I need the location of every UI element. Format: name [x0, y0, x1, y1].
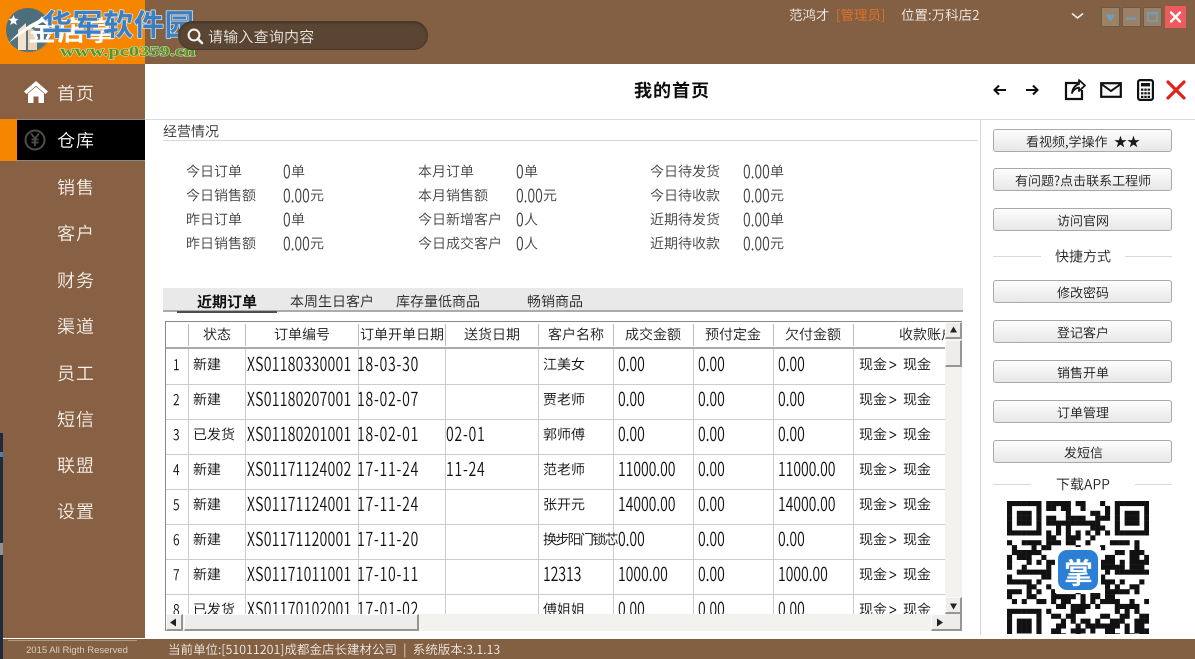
svg-text:www.pc0359.cn: www.pc0359.cn: [60, 43, 195, 60]
